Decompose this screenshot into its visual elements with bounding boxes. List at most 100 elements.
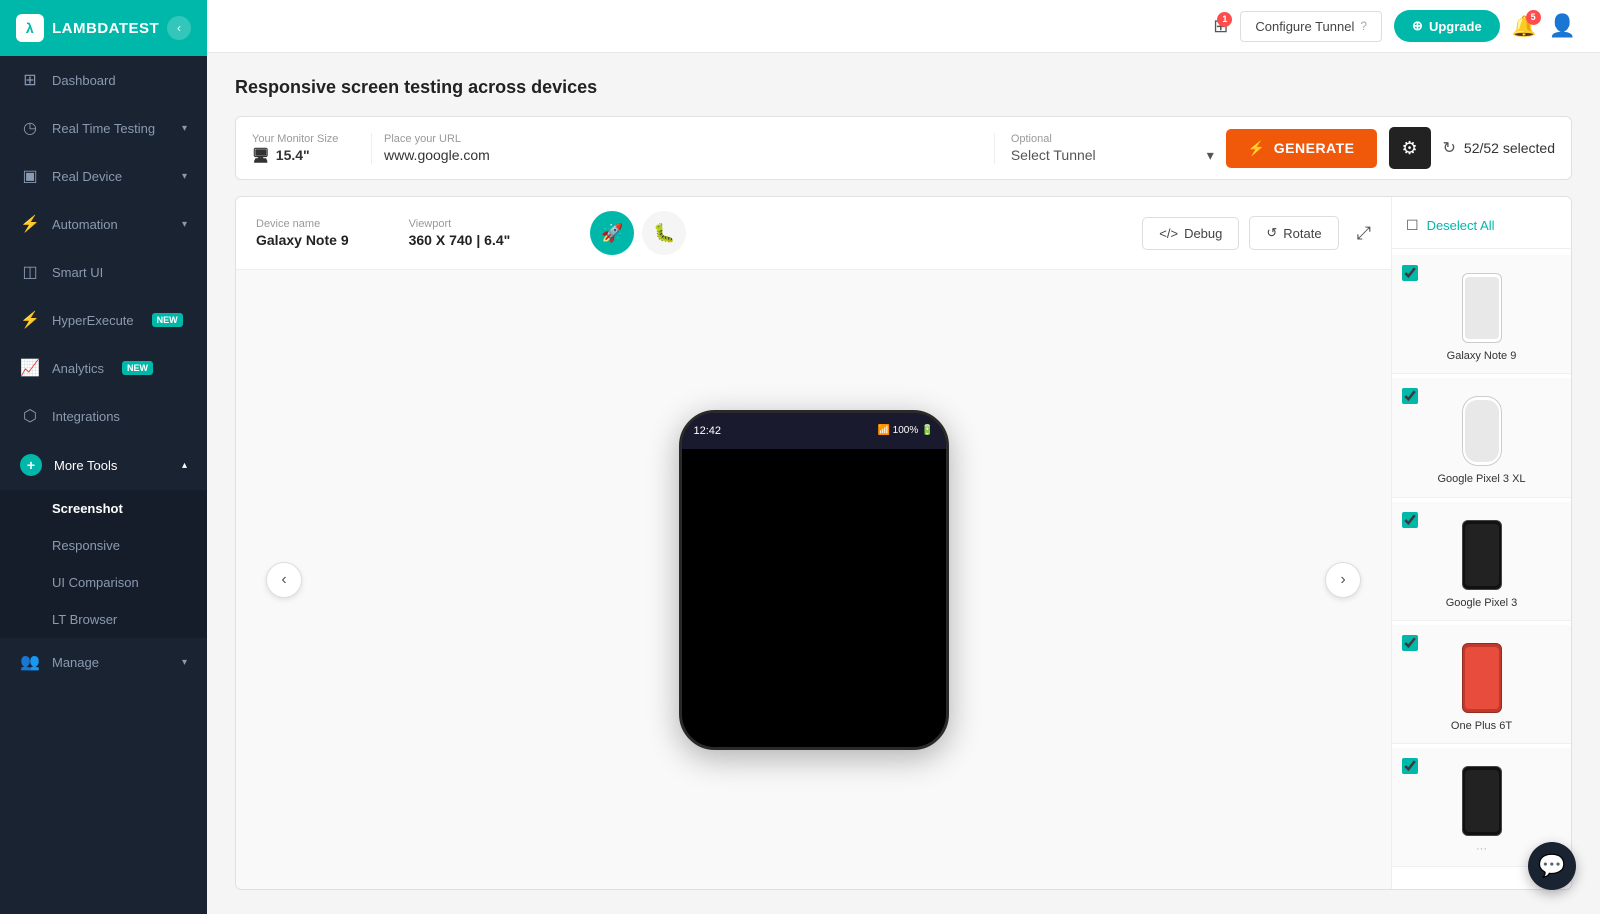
device-list-item[interactable]: Google Pixel 3	[1392, 502, 1571, 621]
sidebar-collapse-button[interactable]: ‹	[167, 16, 191, 40]
viewport-label: Viewport	[409, 218, 511, 230]
sidebar-item-more-tools[interactable]: + More Tools ▴	[0, 440, 207, 490]
sidebar-item-label: Analytics	[52, 361, 104, 376]
device-checkbox[interactable]	[1402, 388, 1418, 404]
device-list-item[interactable]: Galaxy Note 9	[1392, 255, 1571, 374]
notifications-button[interactable]: 🔔 5	[1512, 14, 1537, 39]
next-device-button[interactable]: ›	[1325, 562, 1361, 598]
configure-tunnel-button[interactable]: Configure Tunnel ?	[1240, 11, 1382, 42]
page-content: Responsive screen testing across devices…	[207, 53, 1600, 914]
grid-icon-button[interactable]: ⊞ 1	[1213, 16, 1228, 37]
user-avatar-button[interactable]: 👤	[1549, 13, 1576, 39]
logo-text: LAMBDATEST	[52, 20, 159, 37]
viewport-value: 360 X 740 | 6.4"	[409, 232, 511, 248]
analytics-icon: 📈	[20, 358, 40, 378]
smart-ui-icon: ◫	[20, 262, 40, 282]
expand-button[interactable]: ⤢	[1357, 223, 1371, 244]
chat-button[interactable]: 💬	[1528, 842, 1576, 890]
sidebar-item-analytics[interactable]: 📈 Analytics NEW	[0, 344, 207, 392]
upgrade-button[interactable]: ⊕ Upgrade	[1394, 10, 1500, 42]
sidebar-item-manage[interactable]: 👥 Manage ▾	[0, 638, 207, 686]
chevron-up-icon: ▴	[182, 460, 187, 471]
sidebar-item-label: Automation	[52, 217, 118, 232]
sub-nav-label: UI Comparison	[52, 575, 139, 590]
debug-button[interactable]: </> Debug	[1142, 217, 1239, 250]
chevron-down-icon: ▾	[182, 171, 187, 182]
sidebar-item-label: Manage	[52, 655, 99, 670]
sub-nav-ui-comparison[interactable]: UI Comparison	[0, 564, 207, 601]
sub-nav-responsive[interactable]: Responsive	[0, 527, 207, 564]
sidebar-item-real-time-testing[interactable]: ◷ Real Time Testing ▾	[0, 104, 207, 152]
rocket-icon-button[interactable]: 🚀	[590, 211, 634, 255]
upgrade-label: Upgrade	[1429, 19, 1482, 34]
device-panel: Device name Galaxy Note 9 Viewport 360 X…	[236, 197, 1391, 889]
sidebar-item-label: Integrations	[52, 409, 120, 424]
code-icon: </>	[1159, 226, 1178, 241]
sidebar-item-automation[interactable]: ⚡ Automation ▾	[0, 200, 207, 248]
device-thumbnail	[1462, 643, 1502, 713]
rotate-button[interactable]: ↺ Rotate	[1249, 216, 1338, 250]
logo-icon: λ	[16, 14, 44, 42]
tunnel-select-dropdown[interactable]: Select Tunnel ▾	[1011, 147, 1214, 164]
question-icon: ?	[1360, 19, 1367, 33]
device-list-item[interactable]: One Plus 6T	[1392, 625, 1571, 744]
tunnel-placeholder: Select Tunnel	[1011, 147, 1096, 163]
sidebar-item-label: HyperExecute	[52, 313, 134, 328]
automation-icon: ⚡	[20, 214, 40, 234]
bug-icon-button[interactable]: 🐛	[642, 211, 686, 255]
device-name-value: Galaxy Note 9	[256, 232, 349, 248]
main-content: ⊞ 1 Configure Tunnel ? ⊕ Upgrade 🔔 5 👤 R…	[207, 0, 1600, 914]
integrations-icon: ⬡	[20, 406, 40, 426]
monitor-icon: 🖥	[252, 147, 270, 164]
deselect-all-button[interactable]: Deselect All	[1427, 218, 1495, 233]
sidebar-item-integrations[interactable]: ⬡ Integrations	[0, 392, 207, 440]
prev-device-button[interactable]: ‹	[266, 562, 302, 598]
chevron-down-icon: ▾	[182, 123, 187, 134]
sidebar-item-real-device[interactable]: ▣ Real Device ▾	[0, 152, 207, 200]
sidebar-item-label: Smart UI	[52, 265, 103, 280]
sub-nav-lt-browser[interactable]: LT Browser	[0, 601, 207, 638]
deselect-icon: ☐	[1406, 217, 1419, 234]
sidebar-item-dashboard[interactable]: ⊞ Dashboard	[0, 56, 207, 104]
sub-nav-screenshot[interactable]: Screenshot	[0, 490, 207, 527]
chevron-down-icon: ▾	[1207, 147, 1214, 164]
page-title: Responsive screen testing across devices	[235, 77, 1572, 98]
sidebar-item-smart-ui[interactable]: ◫ Smart UI	[0, 248, 207, 296]
settings-button[interactable]: ⚙	[1389, 127, 1431, 169]
debug-label: Debug	[1184, 226, 1222, 241]
hyperexecute-icon: ⚡	[20, 310, 40, 330]
device-thumbnail	[1462, 273, 1502, 343]
phone-screen	[682, 449, 946, 747]
sidebar-item-label: Real Device	[52, 169, 122, 184]
sub-nav-label: LT Browser	[52, 612, 117, 627]
sub-nav-label: Responsive	[52, 538, 120, 553]
right-panel-header: ☐ Deselect All	[1392, 207, 1571, 249]
rotate-label: Rotate	[1283, 226, 1321, 241]
controls-bar: Your Monitor Size 🖥 15.4" Place your URL…	[235, 116, 1572, 180]
notification-badge: 1	[1217, 12, 1232, 27]
device-area: Device name Galaxy Note 9 Viewport 360 X…	[235, 196, 1572, 890]
device-thumbnail	[1462, 766, 1502, 836]
sidebar-item-label: Dashboard	[52, 73, 116, 88]
user-icon: 👤	[1549, 13, 1576, 38]
device-checkbox[interactable]	[1402, 265, 1418, 281]
device-checkbox[interactable]	[1402, 758, 1418, 774]
notification-count: 5	[1526, 10, 1541, 25]
device-name: Google Pixel 3	[1446, 596, 1518, 610]
dashboard-icon: ⊞	[20, 70, 40, 90]
sidebar-item-hyperexecute[interactable]: ⚡ HyperExecute NEW	[0, 296, 207, 344]
manage-icon: 👥	[20, 652, 40, 672]
device-checkbox[interactable]	[1402, 512, 1418, 528]
viewport-info: Viewport 360 X 740 | 6.4"	[409, 218, 511, 248]
url-label: Place your URL	[384, 133, 982, 145]
rotate-icon: ↺	[1266, 225, 1277, 241]
phone-notch: 12:42 📶 100% 🔋	[682, 413, 946, 449]
new-badge: NEW	[152, 313, 183, 327]
device-checkbox[interactable]	[1402, 635, 1418, 651]
url-input[interactable]	[384, 147, 982, 163]
chevron-down-icon: ▾	[182, 657, 187, 668]
generate-button[interactable]: ⚡ GENERATE	[1226, 129, 1377, 168]
more-tools-submenu: Screenshot Responsive UI Comparison LT B…	[0, 490, 207, 638]
device-list-item[interactable]: Google Pixel 3 XL	[1392, 378, 1571, 497]
device-thumbnail	[1462, 520, 1502, 590]
